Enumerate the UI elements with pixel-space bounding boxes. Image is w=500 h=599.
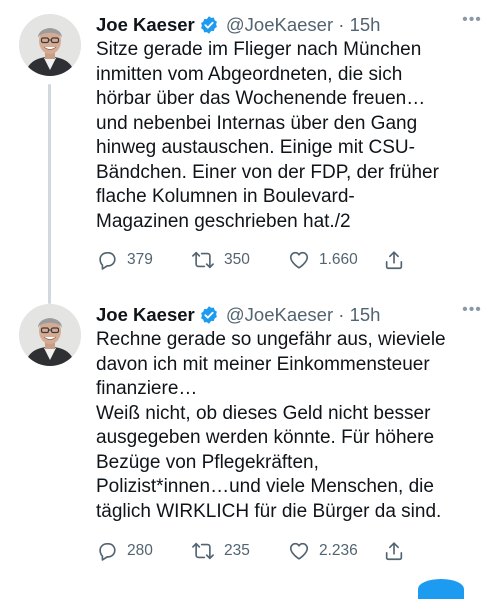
- share-button[interactable]: [383, 248, 414, 272]
- share-button[interactable]: [383, 539, 414, 563]
- retweet-button[interactable]: 350: [191, 248, 250, 272]
- reply-button[interactable]: 280: [96, 539, 153, 563]
- share-icon: [383, 249, 414, 271]
- tweet-header: Joe Kaeser @JoeKaeser · 15h: [96, 12, 486, 38]
- retweet-count: 350: [224, 251, 250, 268]
- thread-connector-line: [48, 84, 51, 304]
- heart-icon: [288, 249, 319, 271]
- tweet[interactable]: Joe Kaeser @JoeKaeser · 15h ••• Sitze ge…: [0, 0, 500, 304]
- share-icon: [383, 540, 414, 562]
- tweet[interactable]: Joe Kaeser @JoeKaeser · 15h ••• Rechne g…: [0, 290, 500, 599]
- reply-bubble-icon: [96, 249, 127, 271]
- timestamp[interactable]: 15h: [350, 304, 381, 325]
- retweet-icon: [191, 540, 224, 562]
- more-dots-icon[interactable]: •••: [460, 300, 484, 320]
- reply-count: 280: [127, 542, 153, 559]
- retweet-button[interactable]: 235: [191, 539, 250, 563]
- heart-icon: [288, 540, 319, 562]
- author-handle[interactable]: @JoeKaeser: [226, 304, 333, 325]
- retweet-count: 235: [224, 542, 250, 559]
- more-dots-icon[interactable]: •••: [460, 10, 484, 30]
- tweet-actions: 280 235 2.236: [96, 539, 426, 563]
- compose-button-edge[interactable]: [418, 579, 464, 599]
- author-name[interactable]: Joe Kaeser: [96, 304, 195, 325]
- separator-dot: ·: [333, 304, 350, 325]
- tweet-text: Sitze gerade im Flieger nach München inm…: [96, 39, 439, 232]
- separator-dot: ·: [333, 14, 350, 35]
- reply-count: 379: [127, 251, 153, 268]
- author-handle[interactable]: @JoeKaeser: [226, 14, 333, 35]
- reply-button[interactable]: 379: [96, 248, 153, 272]
- like-button[interactable]: 1.660: [288, 248, 358, 272]
- author-name[interactable]: Joe Kaeser: [96, 14, 195, 35]
- retweet-icon: [191, 249, 224, 271]
- avatar[interactable]: [19, 304, 81, 366]
- like-count: 1.660: [319, 251, 358, 268]
- tweet-actions: 379 350 1.660: [96, 248, 426, 272]
- tweet-text: Rechne gerade so ungefähr aus, wieviele …: [96, 329, 446, 522]
- like-count: 2.236: [319, 542, 358, 559]
- like-button[interactable]: 2.236: [288, 539, 358, 563]
- tweet-header: Joe Kaeser @JoeKaeser · 15h: [96, 302, 486, 328]
- reply-bubble-icon: [96, 540, 127, 562]
- avatar[interactable]: [19, 14, 81, 76]
- timestamp[interactable]: 15h: [350, 14, 381, 35]
